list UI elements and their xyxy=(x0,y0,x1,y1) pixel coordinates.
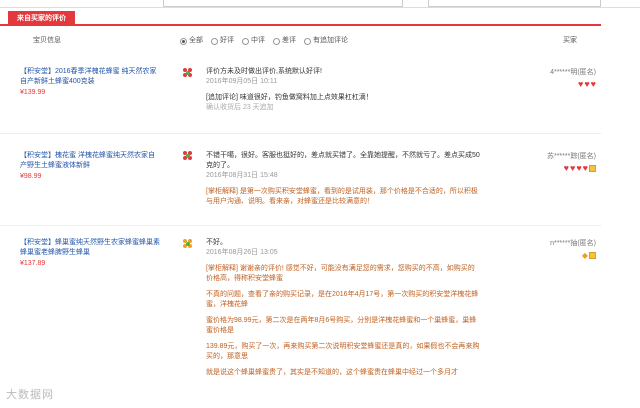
radio-icon[interactable] xyxy=(180,37,187,45)
review-date: 2016年08月31日 15:48 xyxy=(206,172,278,179)
neutral-review-flower-icon xyxy=(183,239,193,249)
product-title-link[interactable]: 【积安堂】2016春季洋槐花蜂蜜 纯天然农家自产新鲜土蜂蜜400克装 xyxy=(20,67,160,87)
buyer-cell: 4******明(匿名) ♥ ♥ ♥ xyxy=(476,67,596,89)
seller-reply-paragraph: 不真的问题，查看了亲的购买记录，是在2016年4月17号，第一次购买的积安堂洋槐… xyxy=(206,291,479,308)
review-row: 【积安堂】蜂巢蜜纯天然野生农家蜂蜜蜂巢素蜂巢蜜老蜂脾野生蜂巢 ¥137.89 不… xyxy=(0,232,601,408)
heart-icon: ♥ xyxy=(569,163,576,173)
radio-icon[interactable] xyxy=(273,37,280,45)
buyer-name: n******抽(匿名) xyxy=(550,240,596,247)
buyer-badges: ◆ xyxy=(476,251,596,260)
heart-icon: ♥ xyxy=(577,79,584,89)
product-price: ¥137.89 xyxy=(20,260,46,267)
buyer-name: 苏******踪(匿名) xyxy=(546,153,596,160)
seller-reply-paragraph: 139.89元，购买了一次，再来购买第二次说明积安堂蜂蜜还是真的，如果假也不会再… xyxy=(206,343,480,360)
review-text: 评价方未及时做出评价,系统默认好评! xyxy=(206,68,322,75)
review-date: 2016年08月26日 13:05 xyxy=(206,249,278,256)
radio-icon[interactable] xyxy=(211,37,218,45)
review-content: 不好。 2016年08月26日 13:05 [掌柜解释] 谢谢亲的评价! 感觉不… xyxy=(206,238,481,378)
seller-reply-paragraph: 就是说这个蜂巢蜂蜜贵了，其实是不知道的，这个蜂蜜贵在蜂巢中经过一个多月才 xyxy=(206,369,458,376)
buyer-name: 4******明(匿名) xyxy=(550,69,596,76)
review-content: 不错干噶，很好。客服也挺好的，差点就买错了。全靠她提醒，不然就亏了。差点买成50… xyxy=(206,151,481,207)
good-review-flower-icon xyxy=(183,68,193,78)
filter-bad[interactable]: 差评 xyxy=(273,32,296,50)
review-tab-bar: 来自买家的评价 xyxy=(0,8,601,26)
badge-square-icon xyxy=(589,165,596,172)
product-cell: 【积安堂】蜂巢蜜纯天然野生农家蜂蜜蜂巢素蜂巢蜜老蜂脾野生蜂巢 ¥137.89 xyxy=(20,238,160,269)
product-cell: 【积安堂】槐花蜜 洋槐花蜂蜜纯天然农家自产野生土蜂蜜液体新鲜 ¥98.99 xyxy=(20,151,160,182)
top-panel-left xyxy=(163,0,403,7)
filter-all[interactable]: 全部 xyxy=(180,32,203,50)
followup-comment: [追加评论] 味道很好，钓鱼做窝料加上点效果杠杠滴！ xyxy=(206,94,373,101)
top-bar xyxy=(0,0,640,8)
badge-square-icon xyxy=(589,252,596,259)
radio-icon[interactable] xyxy=(242,37,249,45)
buyer-heading: 买家 xyxy=(563,37,577,44)
review-content: 评价方未及时做出评价,系统默认好评! 2016年09月05日 10:11 [追加… xyxy=(206,67,481,113)
review-row: 【积安堂】2016春季洋槐花蜂蜜 纯天然农家自产新鲜土蜂蜜400克装 ¥139.… xyxy=(0,58,601,134)
review-date: 2016年09月05日 10:11 xyxy=(206,78,278,85)
heart-icon: ♥ xyxy=(584,79,590,89)
heart-icon: ♥ xyxy=(576,163,582,173)
heart-icon: ♥ xyxy=(563,163,569,173)
radio-icon[interactable] xyxy=(304,37,311,45)
buyer-badges: ♥ ♥ ♥ xyxy=(476,80,596,89)
buyer-badges: ♥ ♥ ♥ ♥ xyxy=(476,164,596,173)
seller-reply-paragraph: 蜜价格为98.99元，第二次是在两年8月6号购买，分别是洋槐花蜂蜜和一个巢蜂蜜，… xyxy=(206,317,477,334)
product-title-link[interactable]: 【积安堂】槐花蜜 洋槐花蜂蜜纯天然农家自产野生土蜂蜜液体新鲜 xyxy=(20,151,160,171)
good-review-flower-icon xyxy=(183,151,193,161)
product-cell: 【积安堂】2016春季洋槐花蜂蜜 纯天然农家自产新鲜土蜂蜜400克装 ¥139.… xyxy=(20,67,160,98)
watermark: 大数据网 xyxy=(6,389,54,401)
seller-reply: [掌柜解释] 是第一次购买积安堂蜂蜜，看到的是试用装，那个价格是不合适的，所以积… xyxy=(206,188,478,205)
buyer-cell: n******抽(匿名) ◆ xyxy=(476,238,596,260)
buyer-cell: 苏******踪(匿名) ♥ ♥ ♥ ♥ xyxy=(476,151,596,173)
diamond-icon: ◆ xyxy=(581,251,588,260)
review-row: 【积安堂】槐花蜜 洋槐花蜂蜜纯天然农家自产野生土蜂蜜液体新鲜 ¥98.99 不错… xyxy=(0,144,601,226)
heart-icon: ♥ xyxy=(590,79,596,89)
heart-icon: ♥ xyxy=(582,163,588,173)
review-header: 宝贝信息 全部 好评 中评 差评 有追加评论 买家 xyxy=(0,32,601,50)
review-filters: 全部 好评 中评 差评 有追加评论 xyxy=(180,32,348,50)
filter-neutral[interactable]: 中评 xyxy=(242,32,265,50)
product-info-heading: 宝贝信息 xyxy=(33,37,61,44)
product-title-link[interactable]: 【积安堂】蜂巢蜜纯天然野生农家蜂蜜蜂巢素蜂巢蜜老蜂脾野生蜂巢 xyxy=(20,238,160,258)
tab-buyer-reviews[interactable]: 来自买家的评价 xyxy=(8,11,75,26)
filter-followup[interactable]: 有追加评论 xyxy=(304,32,348,50)
filter-good[interactable]: 好评 xyxy=(211,32,234,50)
top-panel-right xyxy=(428,0,601,7)
product-price: ¥98.99 xyxy=(20,173,42,180)
review-text: 不好。 xyxy=(206,239,227,246)
product-price: ¥139.99 xyxy=(20,89,46,96)
review-text: 不错干噶，很好。客服也挺好的，差点就买错了。全靠她提醒，不然就亏了。差点买成50… xyxy=(206,152,480,169)
seller-reply: [掌柜解释] 谢谢亲的评价! 感觉不好，可能没有满足您的需求，您购买的不高，如购… xyxy=(206,265,475,282)
followup-meta: 确认收货后 23 天追加 xyxy=(206,104,274,111)
